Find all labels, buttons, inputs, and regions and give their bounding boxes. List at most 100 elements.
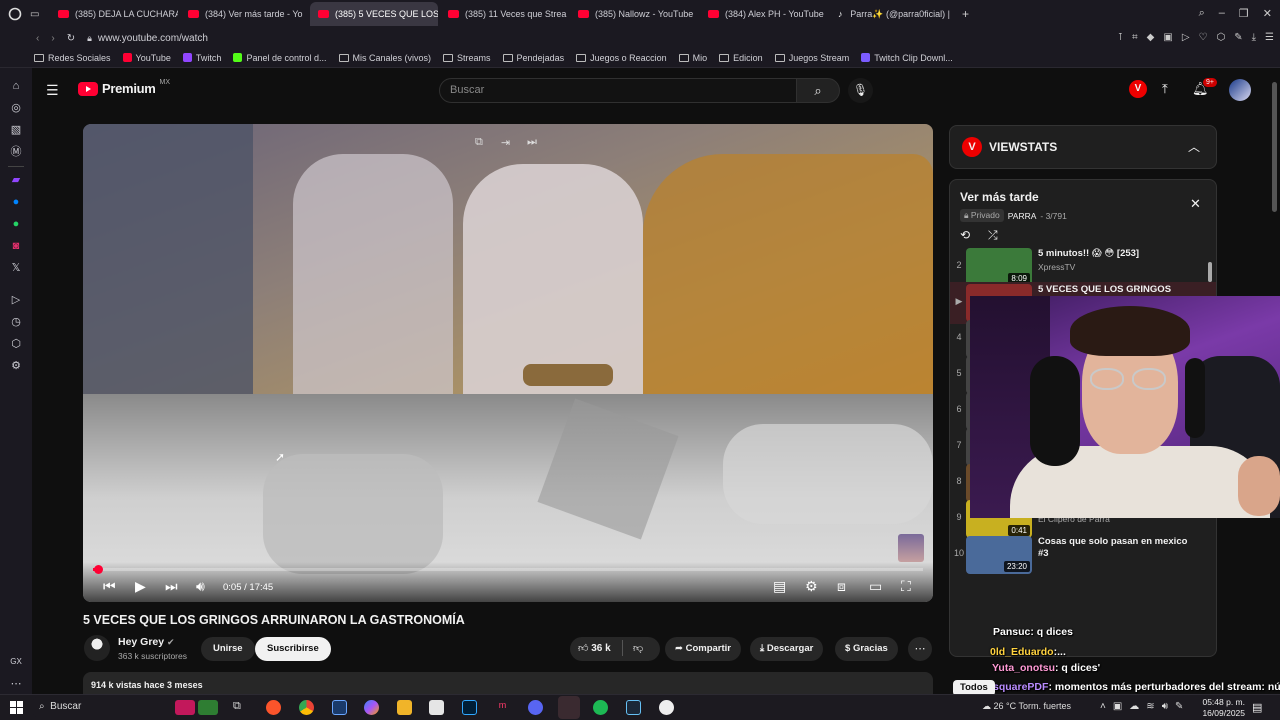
back-icon[interactable]: ‹: [36, 33, 39, 44]
browser-tab[interactable]: (385) 11 Veces que Strea: [440, 2, 568, 26]
dislike-button[interactable]: 👎︎: [633, 642, 643, 654]
search-button[interactable]: ⌕: [796, 78, 840, 103]
more-icon[interactable]: ⋯: [10, 678, 22, 690]
theater-mode-icon[interactable]: ▭: [869, 579, 882, 593]
share-button[interactable]: ➦ Compartir: [665, 637, 742, 661]
browser-tab[interactable]: (385) 5 VECES QUE LOS: [310, 2, 438, 26]
close-playlist-icon[interactable]: ✕: [1190, 196, 1201, 212]
account-avatar[interactable]: [1229, 79, 1251, 101]
bookmark-item[interactable]: Twitch Clip Downl...: [861, 53, 953, 63]
clock[interactable]: 05:48 p. m. 16/09/2025: [1195, 697, 1245, 719]
more-actions-icon[interactable]: ⋯: [908, 637, 932, 661]
channel-avatar[interactable]: [84, 635, 110, 661]
opera-gx-taskbar-icon[interactable]: [558, 696, 580, 719]
browser-tab[interactable]: ♪ Parra✨ (@parra0ficial) |: [830, 2, 958, 26]
browser-tab[interactable]: (385) DEJA LA CUCHARA: [50, 2, 178, 26]
weather-widget[interactable]: ☁︎ 26 °C Torm. fuertes: [982, 701, 1071, 712]
settings-gear-icon[interactable]: ⚙: [805, 579, 818, 593]
like-button[interactable]: 👍︎ 36 k: [578, 642, 611, 654]
puzzle-icon[interactable]: ✎: [1234, 32, 1242, 43]
bookmark-item[interactable]: Streams: [443, 53, 491, 63]
wifi-icon[interactable]: ≋: [1146, 701, 1154, 712]
opera-gx-icon[interactable]: [0, 0, 30, 28]
extensions-sidebar-icon[interactable]: ⬡: [10, 338, 22, 350]
file-explorer-icon[interactable]: [397, 700, 412, 715]
bookmark-item[interactable]: Panel de control d...: [233, 53, 327, 63]
skip-forward-icon[interactable]: ⏭: [527, 136, 537, 149]
store-icon[interactable]: [429, 700, 444, 715]
playlist-owner[interactable]: PARRA: [1008, 211, 1037, 221]
playlist-scrollbar[interactable]: [1208, 262, 1212, 282]
bookmark-item[interactable]: Pendejadas: [502, 53, 564, 63]
url-field[interactable]: www.youtube.com/watch: [98, 33, 208, 44]
history-icon[interactable]: ◷: [10, 316, 22, 328]
miniplayer-icon[interactable]: ⧉: [475, 136, 483, 149]
collapse-chevron-icon[interactable]: ︿: [1188, 138, 1200, 155]
enter-icon[interactable]: ⇥: [501, 136, 510, 149]
playlist-item[interactable]: 10 23:20 Cosas que solo pasan en mexico #3: [950, 534, 1216, 576]
notification-center-icon[interactable]: ▤: [1252, 701, 1262, 714]
bookmark-item[interactable]: Edicion: [719, 53, 763, 63]
new-tab-button[interactable]: +: [962, 7, 969, 21]
browser-tab[interactable]: (384) Alex PH - YouTube: [700, 2, 828, 26]
tiktok-icon[interactable]: [10, 158, 22, 170]
steam-icon[interactable]: [626, 700, 641, 715]
pen-icon[interactable]: ✎: [1175, 701, 1183, 712]
download-button[interactable]: ⤓ Descargar: [750, 637, 824, 661]
fullscreen-icon[interactable]: ⛶: [901, 579, 911, 593]
tab-switcher-icon[interactable]: ▭: [30, 9, 50, 20]
maximize-icon[interactable]: ❐: [1239, 7, 1249, 20]
play-button-icon[interactable]: ▶: [135, 579, 146, 593]
voice-search-button[interactable]: 🎙︎: [848, 78, 873, 103]
search-tabs-icon[interactable]: ⌕: [1199, 7, 1205, 20]
task-view-icon[interactable]: ⧉: [233, 700, 248, 715]
gx-corner-icon[interactable]: Ⓜ: [10, 146, 22, 158]
discord-icon[interactable]: [528, 700, 543, 715]
subtitles-icon[interactable]: ▤: [773, 579, 786, 593]
video-player[interactable]: ⧉ ⇥ ⏭ ➚ ⏮ ▶ ⏭ 🔊︎ 0:05 / 17:45 ▤ ⚙ ⧈ ▭ ⛶: [83, 124, 933, 602]
menu-icon[interactable]: ☰: [1265, 32, 1274, 43]
bookmark-item[interactable]: Mis Canales (vivos): [338, 53, 431, 63]
obs-icon[interactable]: [659, 700, 674, 715]
volume-icon[interactable]: 🔊︎: [196, 579, 205, 593]
bookmark-item[interactable]: YouTube: [122, 53, 171, 63]
hamburger-menu-icon[interactable]: ☰: [46, 82, 59, 99]
bookmark-item[interactable]: Twitch: [182, 53, 221, 63]
copilot-icon[interactable]: [364, 700, 379, 715]
playlist-title[interactable]: Ver más tarde: [960, 190, 1039, 204]
thanks-button[interactable]: $ Gracias: [835, 637, 898, 661]
previous-video-icon[interactable]: ⏮: [103, 579, 116, 593]
browser-tab[interactable]: (384) Ver más tarde - Yo: [180, 2, 308, 26]
vegas-icon[interactable]: [332, 700, 347, 715]
upload-icon[interactable]: ⤒: [1162, 81, 1168, 97]
camera-icon[interactable]: ▣: [1163, 32, 1172, 43]
home-icon[interactable]: ⌂: [10, 80, 22, 92]
page-scrollbar[interactable]: [1272, 82, 1277, 212]
app-m-icon[interactable]: m: [495, 700, 510, 715]
bookmark-item[interactable]: Mio: [678, 53, 707, 63]
minimize-icon[interactable]: –: [1219, 7, 1225, 20]
loop-icon[interactable]: ⟲: [960, 228, 970, 242]
whatsapp-icon[interactable]: ●: [10, 218, 22, 230]
twitch-sidebar-icon[interactable]: ▰: [10, 174, 22, 186]
reload-icon[interactable]: ↻: [67, 33, 75, 44]
spotify-icon[interactable]: [593, 700, 608, 715]
progress-scrubber[interactable]: [93, 565, 103, 574]
viewstats-extension-icon[interactable]: V: [1129, 80, 1147, 98]
channel-name[interactable]: Hey Grey ✔: [118, 636, 175, 648]
next-video-icon[interactable]: ⏭: [165, 579, 178, 593]
close-window-icon[interactable]: ✕: [1263, 7, 1272, 20]
browser-tab[interactable]: (385) Nallowz - YouTube: [570, 2, 698, 26]
gx-cleaner-icon[interactable]: ▧: [10, 124, 22, 136]
messenger-icon[interactable]: ●: [10, 196, 22, 208]
windows-start-icon[interactable]: [10, 701, 23, 714]
photoshop-icon[interactable]: [462, 700, 477, 715]
miniplayer-button-icon[interactable]: ⧈: [837, 579, 846, 593]
taskbar-search[interactable]: ⌕ Buscar: [33, 697, 183, 717]
pin-icon[interactable]: ⊺: [1118, 32, 1123, 43]
tray-chevron-icon[interactable]: ˄: [1100, 701, 1106, 712]
gx-control-icon[interactable]: ◎: [10, 102, 22, 114]
subscribe-button[interactable]: Suscribirse: [255, 637, 331, 661]
progress-bar[interactable]: [93, 565, 923, 574]
heart-icon[interactable]: ♡: [1199, 32, 1208, 43]
